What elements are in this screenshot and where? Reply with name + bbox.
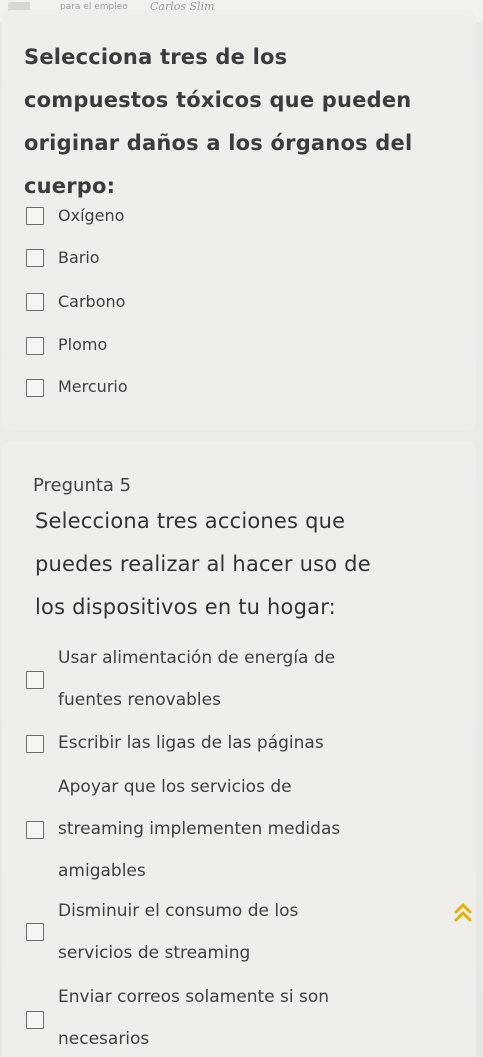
checkbox[interactable]	[26, 671, 44, 689]
question-b-title-line: puedes realizar al hacer uso de	[35, 552, 371, 576]
option-label: Oxígeno	[58, 206, 125, 225]
question-b-title-line: Selecciona tres acciones que	[35, 509, 346, 533]
option-plomo[interactable]: Plomo	[0, 324, 483, 364]
option-label: Enviar correos solamente si son necesari…	[58, 976, 329, 1057]
option-disminuir-consumo[interactable]: Disminuir el consumo de los servicios de…	[0, 890, 483, 974]
option-escribir-ligas[interactable]: Escribir las ligas de las páginas	[0, 722, 483, 764]
option-label: Carbono	[58, 292, 126, 311]
checkbox[interactable]	[26, 249, 44, 267]
option-mercurio[interactable]: Mercurio	[0, 366, 483, 406]
checkbox[interactable]	[26, 923, 44, 941]
option-energia-renovable[interactable]: Usar alimentación de energía de fuentes …	[0, 638, 483, 720]
option-label-line: Disminuir el consumo de los	[58, 901, 299, 921]
option-carbono[interactable]: Carbono	[0, 282, 483, 322]
checkbox[interactable]	[26, 207, 44, 225]
question-b-title: Selecciona tres acciones que puedes real…	[35, 500, 455, 629]
double-chevron-up-icon-graphic	[454, 903, 472, 922]
question-b-title-line: los dispositivos en tu hogar:	[35, 595, 336, 619]
checkbox[interactable]	[26, 1011, 44, 1029]
checkbox[interactable]	[26, 293, 44, 311]
option-label: Bario	[58, 248, 100, 267]
option-label-line: Enviar correos solamente si son	[58, 987, 330, 1007]
question-a-title: Selecciona tres de los compuestos tóxico…	[24, 36, 414, 208]
option-label-line: Usar alimentación de energía de	[58, 648, 336, 668]
double-chevron-up-icon[interactable]	[451, 898, 475, 928]
question-a-title-line: originar daños a los órganos del	[24, 131, 413, 155]
checkbox[interactable]	[26, 379, 44, 397]
option-label: Usar alimentación de energía de fuentes …	[58, 637, 335, 721]
option-apoyar-streaming[interactable]: Apoyar que los servicios de streaming im…	[0, 766, 483, 890]
checkbox[interactable]	[26, 821, 44, 839]
option-label-line: amigables	[58, 861, 146, 881]
checkbox[interactable]	[26, 735, 44, 753]
option-label: Disminuir el consumo de los servicios de…	[58, 890, 298, 974]
option-label: Plomo	[58, 335, 108, 354]
option-oxigeno[interactable]: Oxígeno	[0, 196, 483, 236]
option-label: Escribir las ligas de las páginas	[58, 733, 324, 753]
checkbox[interactable]	[26, 337, 44, 355]
option-label-line: streaming implementen medidas	[58, 819, 341, 839]
quiz-page: para el empleo Carlos Slim Selecciona tr…	[0, 0, 483, 1057]
question-number-label: Pregunta 5	[33, 475, 132, 496]
question-a-title-line: Selecciona tres de los	[24, 45, 288, 69]
option-label-line: Apoyar que los servicios de	[58, 777, 292, 797]
option-label-line: fuentes renovables	[58, 690, 221, 710]
option-label-line: necesarios	[58, 1029, 150, 1049]
option-bario[interactable]: Bario	[0, 238, 483, 278]
option-label-line: servicios de streaming	[58, 943, 251, 963]
option-label: Mercurio	[58, 377, 128, 396]
option-label: Apoyar que los servicios de streaming im…	[58, 766, 340, 892]
option-enviar-correos[interactable]: Enviar correos solamente si son necesari…	[0, 976, 483, 1057]
question-a-title-line: compuestos tóxicos que pueden	[24, 88, 412, 112]
